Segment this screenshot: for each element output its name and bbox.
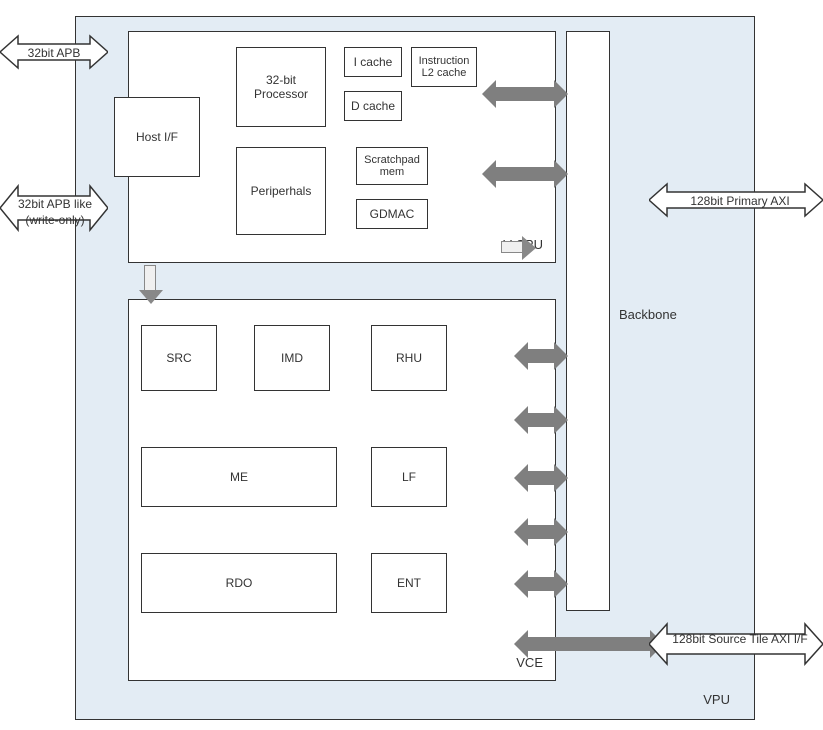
ext-label-apb: 32bit APB [22,46,86,62]
arrow-vce-row2 [528,471,554,485]
text-peripherals: Periperhals [251,184,312,198]
vpu-container: VPU V-CPU Host I/F 32-bit Processor I ca… [75,16,755,720]
text-scratchpad: Scratchpad mem [359,154,425,178]
block-me: ME [141,447,337,507]
block-imd: IMD [254,325,330,391]
text-il2cache: Instruction L2 cache [414,55,474,79]
block-lf: LF [371,447,447,507]
arrow-vcpu-mid [496,167,554,181]
text-rdo: RDO [226,576,253,590]
ext-label-apb-like: 32bit APB like (write-only) [14,197,96,228]
block-gdmac: GDMAC [356,199,428,229]
backbone-label: Backbone [619,307,677,322]
text-ent: ENT [397,576,421,590]
arrow-vcpu-top [496,87,554,101]
block-rhu: RHU [371,325,447,391]
text-dcache: D cache [351,99,395,113]
block-proc: 32-bit Processor [236,47,326,127]
ext-label-primary-axi: 128bit Primary AXI [680,194,800,210]
text-src: SRC [166,351,191,365]
arrow-vcpu-small [501,241,523,253]
arrow-vce-row1 [528,349,554,363]
arrow-vce-gap1 [528,413,554,427]
block-icache: I cache [344,47,402,77]
text-rhu: RHU [396,351,422,365]
block-rdo: RDO [141,553,337,613]
block-dcache: D cache [344,91,402,121]
arrow-vce-row3 [528,577,554,591]
text-lf: LF [402,470,416,484]
backbone-box [566,31,610,611]
text-icache: I cache [354,55,393,69]
block-ent: ENT [371,553,447,613]
arrow-vcpu-to-vce [144,265,156,291]
ext-label-source-tile: 128bit Source Tile AXI I/F [670,632,810,648]
block-hostif: Host I/F [114,97,200,177]
text-imd: IMD [281,351,303,365]
block-peripherals: Periperhals [236,147,326,235]
text-hostif: Host I/F [136,130,178,144]
text-gdmac: GDMAC [370,207,415,221]
arrow-vce-source-tile [528,637,650,651]
vpu-label: VPU [703,692,730,707]
text-proc: 32-bit Processor [239,73,323,101]
text-me: ME [230,470,248,484]
block-src: SRC [141,325,217,391]
arrow-vce-gap2 [528,525,554,539]
block-scratchpad: Scratchpad mem [356,147,428,185]
block-il2cache: Instruction L2 cache [411,47,477,87]
